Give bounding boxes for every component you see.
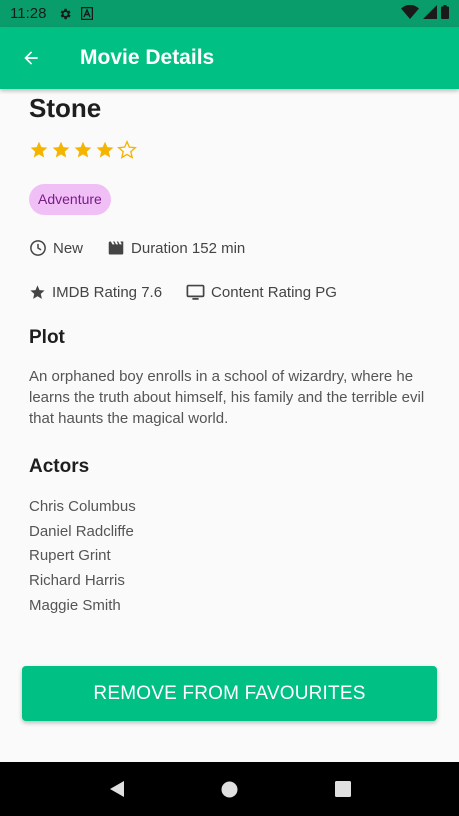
imdb-item: IMDB Rating 7.6 — [29, 284, 162, 301]
nav-recents-button[interactable] — [323, 769, 363, 809]
circle-home-icon — [221, 781, 238, 797]
list-item: Chris Columbus — [29, 498, 136, 515]
system-nav-bar — [0, 762, 459, 816]
duration-item: Duration 152 min — [107, 240, 245, 257]
a-badge-icon — [81, 7, 94, 20]
star-filled-icon — [52, 141, 70, 158]
arrow-left-icon — [24, 51, 38, 65]
status-right-icons — [401, 4, 449, 23]
nav-home-button[interactable] — [210, 769, 250, 809]
clock-icon — [30, 240, 46, 256]
gear-icon — [58, 7, 72, 21]
content-rating-item: Content Rating PG — [186, 284, 337, 301]
list-item: Rupert Grint — [29, 547, 111, 565]
status-label: New — [53, 239, 84, 257]
page-title: Movie Details — [80, 46, 215, 69]
battery-icon — [441, 4, 449, 23]
list-item: Maggie Smith — [29, 596, 121, 614]
status-item: New — [29, 239, 83, 257]
content-rating-label: Content Rating PG — [211, 283, 337, 301]
duration-label: Duration 152 min — [131, 239, 246, 257]
monitor-icon — [186, 284, 205, 300]
meta-row-status: New Duration 152 min — [29, 238, 430, 258]
list-item: Daniel Radcliffe — [29, 522, 134, 540]
imdb-label: IMDB Rating 7.6 — [52, 283, 163, 301]
actor-list: Chris Columbus Daniel Radcliffe Rupert G… — [29, 495, 430, 619]
genre-chip: Adventure — [29, 184, 111, 215]
actors-heading: Actors — [29, 456, 90, 477]
triangle-back-icon — [109, 781, 124, 797]
status-bar: 11:28 — [0, 0, 459, 27]
status-time: 11:28 — [10, 5, 47, 22]
wifi-icon — [401, 4, 419, 23]
film-icon — [108, 241, 124, 255]
star-filled-icon — [30, 141, 48, 158]
plot-heading: Plot — [29, 327, 65, 348]
remove-from-favourites-button[interactable]: REMOVE FROM FAVOURITES — [22, 666, 437, 721]
back-button[interactable] — [0, 27, 62, 89]
list-item: Richard Harris — [29, 572, 125, 590]
movie-details: Stone Adventure New Duration 152 min IMD… — [0, 89, 459, 619]
star-filled-icon — [96, 141, 114, 158]
nav-back-button[interactable] — [97, 769, 137, 809]
movie-title: Stone — [29, 93, 102, 123]
plot-text: An orphaned boy enrolls in a school of w… — [29, 368, 425, 427]
square-recents-icon — [334, 781, 351, 797]
app-bar: Movie Details — [0, 27, 459, 89]
signal-icon — [423, 4, 437, 23]
screen: 11:28 Movie Details Stone Adventure New … — [0, 0, 459, 816]
star-filled-icon — [74, 141, 92, 158]
rating-stars — [29, 139, 430, 161]
star-outline-icon — [117, 140, 137, 159]
meta-row-ratings: IMDB Rating 7.6 Content Rating PG — [29, 282, 430, 302]
star-icon — [30, 284, 45, 299]
